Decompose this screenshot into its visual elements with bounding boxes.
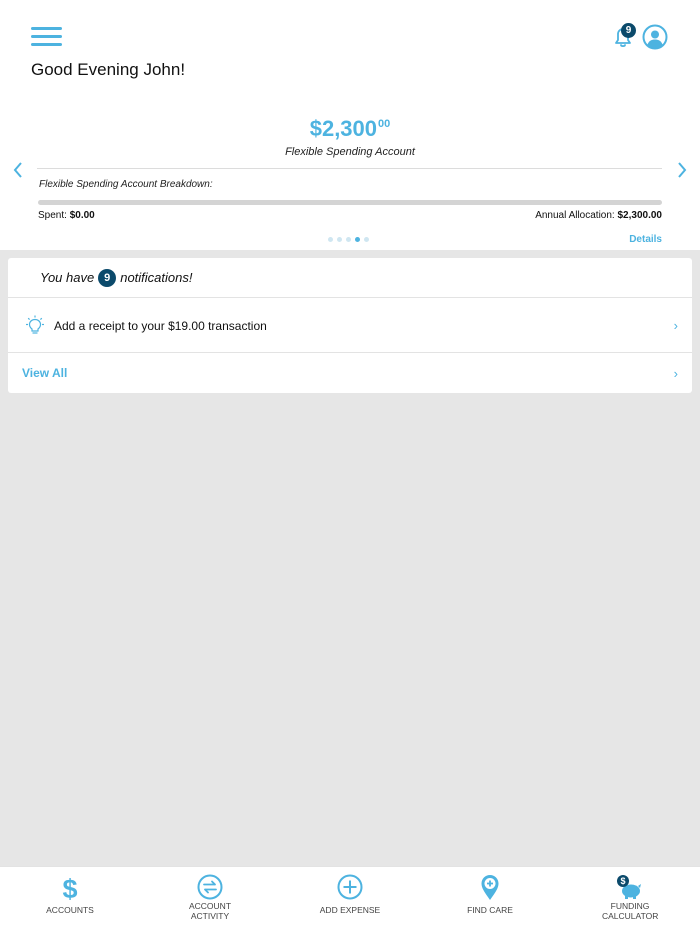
greeting-text: Good Evening John!: [31, 60, 186, 79]
dollar-icon: $: [62, 874, 77, 901]
notification-text: Add a receipt to your $19.00 transaction: [54, 318, 267, 333]
details-link[interactable]: Details: [629, 234, 662, 245]
menu-button[interactable]: [31, 27, 62, 47]
chevron-right-icon: ›: [673, 365, 678, 381]
carousel-prev-button[interactable]: [12, 160, 24, 185]
chevron-right-icon: [678, 162, 687, 178]
svg-text:$: $: [620, 876, 625, 886]
notifications-header: You have 9 notifications!: [8, 258, 692, 298]
plus-circle-icon: [337, 874, 363, 900]
allocation-value: $2,300.00: [617, 210, 663, 221]
page-dot[interactable]: [364, 237, 369, 242]
carousel-next-button[interactable]: [676, 160, 688, 185]
tab-accounts[interactable]: $ ACCOUNTS: [0, 867, 140, 934]
tab-label: ACCOUNTS: [46, 905, 94, 915]
profile-button[interactable]: [642, 24, 668, 50]
tab-add-expense[interactable]: ADD EXPENSE: [280, 867, 420, 934]
header: 9 Good Evening John! $2,30000 Flexible S…: [0, 0, 700, 250]
tab-label: FUNDING CALCULATOR: [602, 901, 659, 921]
allocation-summary: Annual Allocation: $2,300.00: [535, 210, 662, 221]
notifications-button[interactable]: 9: [610, 23, 636, 50]
page-dot-active[interactable]: [355, 237, 360, 242]
piggy-bank-icon: $: [617, 875, 641, 899]
page-dot[interactable]: [346, 237, 351, 242]
tab-label: FIND CARE: [467, 905, 513, 915]
map-pin-icon: [481, 875, 499, 900]
account-balance: $2,30000: [0, 116, 700, 142]
chevron-left-icon: [13, 162, 22, 178]
spent-summary: Spent: $0.00: [38, 210, 95, 221]
view-all-button[interactable]: View All ›: [8, 354, 692, 392]
balance-cents: 00: [378, 118, 391, 130]
breakdown-label: Flexible Spending Account Breakdown:: [39, 179, 213, 190]
spending-progress-bar: [38, 200, 662, 205]
tab-find-care[interactable]: FIND CARE: [420, 867, 560, 934]
hamburger-line: [31, 43, 62, 46]
tab-account-activity[interactable]: ACCOUNT ACTIVITY: [140, 867, 280, 934]
bottom-tab-bar: $ ACCOUNTS ACCOUNT ACTIVITY ADD EXPENSE …: [0, 866, 700, 934]
user-avatar-icon: [642, 24, 668, 50]
view-all-label: View All: [22, 366, 68, 380]
spent-label: Spent:: [38, 210, 67, 221]
svg-text:$: $: [62, 874, 77, 901]
divider: [37, 168, 662, 169]
notifications-suffix: notifications!: [120, 270, 193, 285]
chevron-right-icon: ›: [673, 318, 678, 333]
account-name: Flexible Spending Account: [285, 146, 415, 158]
carousel-page-indicator: [328, 237, 369, 243]
lightbulb-icon: [26, 315, 44, 334]
page-dot[interactable]: [328, 237, 333, 242]
transfer-icon: [197, 874, 223, 900]
notification-count-badge: 9: [621, 23, 636, 38]
allocation-label: Annual Allocation:: [535, 210, 615, 221]
tab-label: ADD EXPENSE: [319, 905, 381, 915]
notifications-card: You have 9 notifications! Add a receipt …: [8, 258, 692, 393]
hamburger-line: [31, 27, 62, 30]
spent-value: $0.00: [69, 210, 95, 221]
balance-dollars: $2,300: [309, 116, 378, 141]
tab-funding-calculator[interactable]: $ FUNDING CALCULATOR: [560, 867, 700, 934]
page-dot[interactable]: [337, 237, 342, 242]
notifications-prefix: You have: [40, 270, 95, 285]
notifications-count-badge: 9: [98, 268, 117, 287]
notification-item[interactable]: Add a receipt to your $19.00 transaction…: [8, 299, 692, 353]
tab-label: ACCOUNT ACTIVITY: [188, 901, 232, 921]
hamburger-line: [31, 35, 62, 38]
